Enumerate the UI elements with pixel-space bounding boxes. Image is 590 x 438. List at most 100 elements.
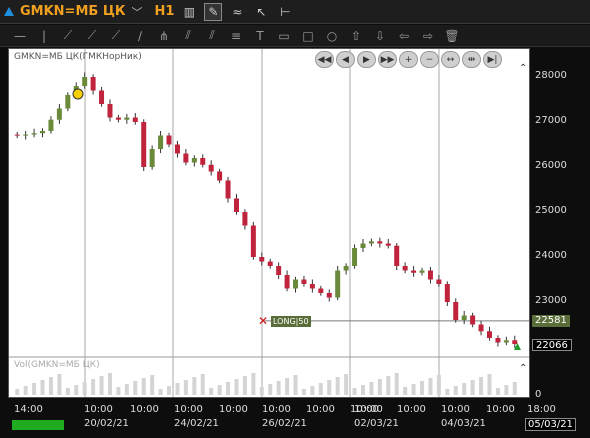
collapse-icon[interactable]: ⌃ — [519, 63, 527, 74]
fit-icon[interactable]: ⇹ — [462, 51, 481, 68]
arrow-up-icon[interactable]: ⇧ — [344, 26, 368, 46]
note-icon[interactable]: ▭ — [272, 26, 296, 46]
candle[interactable] — [470, 315, 476, 325]
candle[interactable] — [65, 95, 71, 109]
candle[interactable] — [183, 153, 189, 163]
candle[interactable] — [335, 270, 341, 298]
candle[interactable] — [250, 225, 256, 258]
candle[interactable] — [512, 340, 518, 345]
ray-icon[interactable]: ⟋ — [56, 26, 80, 46]
chart-area[interactable]: ✕ ⌃ ⌃ — [8, 48, 530, 398]
candle[interactable] — [267, 261, 273, 267]
pitchfork-icon[interactable]: ⋔ — [152, 26, 176, 46]
candle[interactable] — [191, 158, 197, 163]
rectangle-icon[interactable]: □ — [296, 26, 320, 46]
candle[interactable] — [495, 338, 501, 343]
scroll-left-icon[interactable]: ◀ — [336, 51, 355, 68]
candle[interactable] — [394, 245, 400, 266]
candle[interactable] — [461, 315, 467, 321]
candle[interactable] — [444, 284, 450, 302]
chevron-down-icon[interactable]: ﹀ — [132, 4, 143, 20]
segment-icon[interactable]: ⟋ — [80, 26, 104, 46]
candle[interactable] — [31, 133, 37, 135]
candle[interactable] — [225, 180, 231, 199]
zoom-in-icon[interactable]: + — [399, 51, 418, 68]
trend-icon[interactable]: ∕ — [128, 26, 152, 46]
candle[interactable] — [360, 243, 366, 249]
arrow-right-icon[interactable]: ⇨ — [416, 26, 440, 46]
candle[interactable] — [82, 77, 88, 86]
candle[interactable] — [166, 135, 172, 145]
extended-line-icon[interactable]: ⟋ — [104, 26, 128, 46]
candle[interactable] — [208, 164, 214, 172]
hline-icon[interactable]: — — [8, 26, 32, 46]
zoom-out-icon[interactable]: − — [420, 51, 439, 68]
candle[interactable] — [48, 119, 54, 131]
candle[interactable] — [200, 158, 206, 165]
candle[interactable] — [419, 270, 425, 273]
candle[interactable] — [90, 77, 96, 91]
parallel-icon[interactable]: ⫽ — [176, 26, 200, 46]
candle[interactable] — [141, 122, 147, 167]
draw-icon[interactable]: ✎ — [204, 2, 223, 21]
expand-icon[interactable]: ↔ — [441, 51, 460, 68]
cursor-icon[interactable]: ↖ — [252, 3, 270, 21]
candle[interactable] — [343, 266, 349, 271]
chart-style-icon[interactable]: ≈ — [228, 3, 246, 21]
candle[interactable] — [478, 324, 484, 332]
vline-icon[interactable]: | — [32, 26, 56, 46]
candle[interactable] — [309, 284, 315, 289]
candle[interactable] — [233, 198, 239, 213]
candle[interactable] — [385, 243, 391, 246]
candle[interactable] — [124, 117, 130, 120]
candle[interactable] — [40, 131, 46, 134]
candle[interactable] — [293, 279, 299, 289]
signal-bulb-icon[interactable] — [72, 88, 84, 100]
ellipse-icon[interactable]: ○ — [320, 26, 344, 46]
candle[interactable] — [301, 279, 307, 285]
candle[interactable] — [411, 270, 417, 273]
candle[interactable] — [318, 288, 324, 294]
arrow-down-icon[interactable]: ⇩ — [368, 26, 392, 46]
fib-fan-icon[interactable]: ⫽ — [200, 26, 224, 46]
play-icon[interactable]: ▶ — [357, 51, 376, 68]
collapse-volume-icon[interactable]: ⌃ — [519, 363, 527, 374]
candles-icon[interactable]: ▥ — [180, 3, 198, 21]
candle[interactable] — [436, 279, 442, 285]
candle[interactable] — [352, 248, 358, 266]
candle[interactable] — [14, 134, 20, 136]
arrow-left-icon[interactable]: ⇦ — [392, 26, 416, 46]
candle[interactable] — [377, 241, 383, 244]
symbol-selector[interactable]: GMKN=МБ ЦК — [20, 4, 126, 19]
candle[interactable] — [23, 134, 29, 136]
scroll-end-icon[interactable]: ▶▶ — [378, 51, 397, 68]
candle[interactable] — [276, 266, 282, 275]
candle[interactable] — [259, 257, 265, 262]
candle[interactable] — [132, 117, 138, 123]
candle[interactable] — [284, 275, 290, 289]
scroll-start-icon[interactable]: ◀◀ — [315, 51, 334, 68]
text-icon[interactable]: T — [248, 26, 272, 46]
candle[interactable] — [217, 171, 223, 181]
candle[interactable] — [56, 108, 62, 120]
candle[interactable] — [402, 266, 408, 271]
candle[interactable] — [174, 144, 180, 154]
fib-levels-icon[interactable]: ≡ — [224, 26, 248, 46]
candle[interactable] — [427, 270, 433, 280]
close-position-icon[interactable]: ✕ — [258, 314, 268, 328]
indicators-icon[interactable]: ⊢ — [276, 3, 294, 21]
candle[interactable] — [149, 149, 155, 167]
end-icon[interactable]: ▶| — [483, 51, 502, 68]
candle[interactable] — [368, 241, 374, 244]
candle[interactable] — [115, 117, 121, 120]
price-chart[interactable]: ✕ ⌃ ⌃ — [9, 49, 529, 397]
candle[interactable] — [486, 331, 492, 338]
candle[interactable] — [158, 135, 164, 150]
candle[interactable] — [326, 293, 332, 298]
candle[interactable] — [453, 302, 459, 320]
trash-icon[interactable]: 🗑 — [440, 26, 464, 46]
candle[interactable] — [99, 90, 105, 105]
candle[interactable] — [107, 104, 113, 118]
timeframe-selector[interactable]: H1 — [155, 4, 175, 19]
candle[interactable] — [242, 212, 248, 226]
